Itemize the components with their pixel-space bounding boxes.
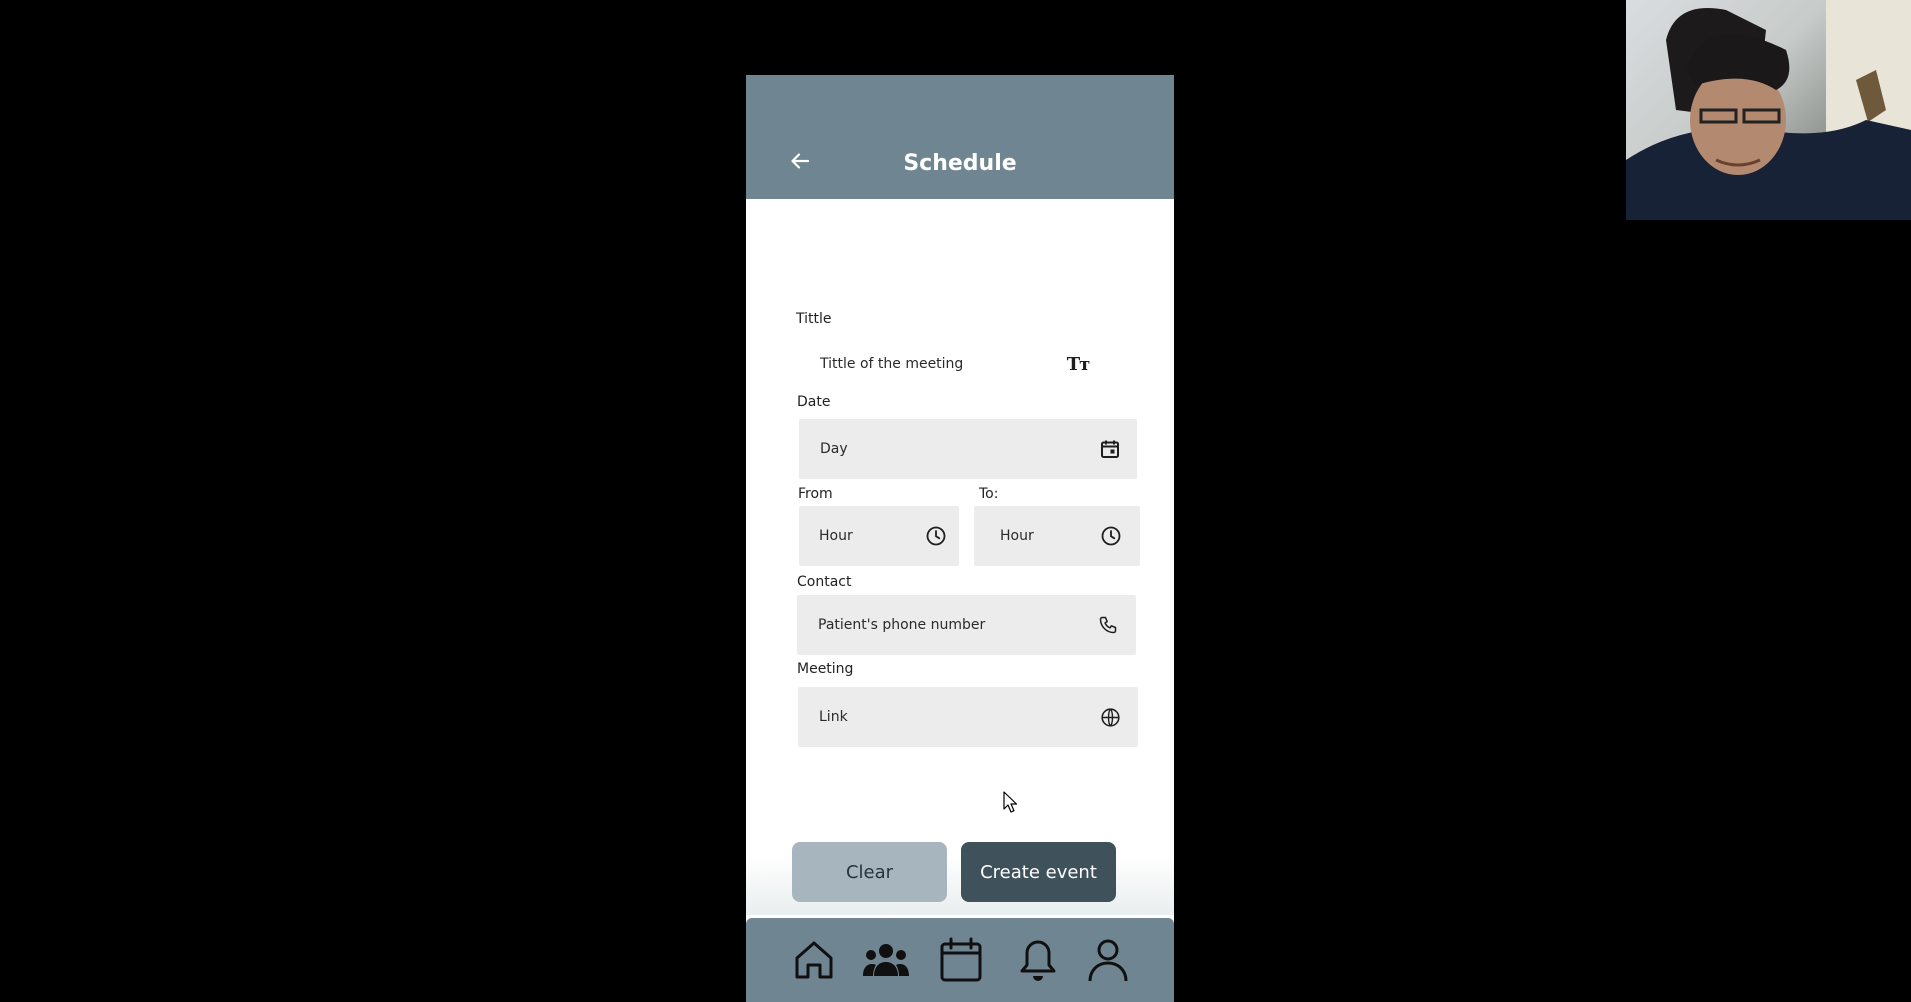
clock-icon	[1100, 525, 1122, 547]
nav-calendar[interactable]	[937, 937, 985, 987]
text-size-icon: Tт	[1066, 353, 1091, 375]
title-label: Tittle	[796, 311, 832, 327]
webcam-video	[1626, 0, 1911, 220]
to-placeholder: Hour	[1000, 528, 1034, 544]
title-input[interactable]: Tittle of the meeting Tт	[799, 341, 1105, 387]
bottom-nav	[746, 918, 1174, 1002]
bell-icon	[1018, 938, 1058, 986]
to-label: To:	[979, 486, 999, 502]
calendar-event-icon	[1099, 438, 1121, 460]
page-title: Schedule	[903, 151, 1017, 176]
nav-notifications[interactable]	[1014, 938, 1062, 986]
calendar-icon	[939, 937, 983, 987]
from-input[interactable]: Hour	[799, 506, 959, 566]
from-label: From	[798, 486, 833, 502]
date-label: Date	[797, 394, 831, 410]
app-bar: Schedule	[746, 75, 1174, 199]
meeting-placeholder: Link	[819, 709, 848, 725]
contact-input[interactable]: Patient's phone number	[797, 595, 1136, 655]
title-placeholder: Tittle of the meeting	[820, 356, 964, 372]
from-placeholder: Hour	[819, 528, 853, 544]
clock-icon	[925, 525, 947, 547]
nav-patients[interactable]	[862, 938, 910, 986]
contact-label: Contact	[797, 574, 852, 590]
create-event-button[interactable]: Create event	[961, 842, 1116, 902]
home-icon	[792, 938, 836, 986]
meeting-label: Meeting	[797, 661, 854, 677]
group-icon	[862, 940, 910, 984]
person-icon	[1086, 937, 1130, 987]
date-input[interactable]: Day	[799, 419, 1137, 479]
phone-screen: Schedule Tittle Tittle of the meeting Tт…	[746, 75, 1174, 1002]
phone-icon	[1097, 614, 1119, 636]
contact-placeholder: Patient's phone number	[818, 617, 986, 633]
to-input[interactable]: Hour	[974, 506, 1140, 566]
mouse-cursor-icon	[1003, 791, 1018, 813]
globe-icon	[1099, 706, 1121, 728]
meeting-link-input[interactable]: Link	[798, 687, 1138, 747]
date-placeholder: Day	[820, 441, 848, 457]
nav-home[interactable]	[790, 938, 838, 986]
nav-profile[interactable]	[1084, 938, 1132, 986]
clear-button[interactable]: Clear	[792, 842, 947, 902]
